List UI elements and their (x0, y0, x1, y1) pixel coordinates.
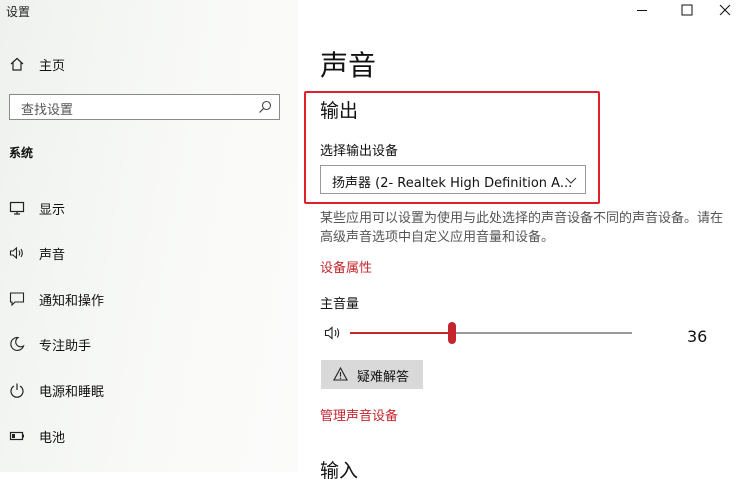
sidebar-item-home[interactable]: 主页 (0, 50, 298, 78)
slider-track (452, 332, 632, 334)
speaker-icon[interactable] (324, 324, 342, 342)
speaker-icon (9, 246, 23, 260)
close-icon (719, 4, 731, 16)
power-icon (10, 383, 24, 398)
page-title: 声音 (320, 49, 377, 82)
sidebar-item-label: 电池 (39, 431, 66, 446)
output-device-label: 选择输出设备 (320, 144, 399, 159)
output-device-value: 扬声器 (2- Realtek High Definition A... (332, 176, 573, 191)
monitor-icon (9, 201, 25, 215)
sidebar-item-sound[interactable]: 声音 (0, 239, 298, 267)
warning-icon (333, 367, 348, 381)
sidebar-item-display[interactable]: 显示 (0, 194, 298, 222)
slider-thumb[interactable] (448, 322, 456, 344)
sidebar-item-battery[interactable]: 电池 (0, 422, 298, 450)
troubleshoot-button[interactable]: 疑难解答 (321, 360, 423, 389)
input-section-title: 输入 (320, 460, 359, 482)
minimize-button[interactable] (620, 0, 664, 22)
master-volume-label: 主音量 (320, 297, 360, 312)
chevron-down-icon (565, 177, 577, 184)
troubleshoot-label: 疑难解答 (357, 370, 410, 385)
sidebar-item-label: 专注助手 (39, 339, 92, 354)
output-device-select[interactable]: 扬声器 (2- Realtek High Definition A... (320, 165, 586, 194)
sidebar-item-label: 电源和睡眠 (39, 385, 105, 400)
close-button[interactable] (703, 0, 747, 22)
search-input[interactable]: 查找设置 (9, 94, 280, 120)
battery-icon (9, 431, 24, 441)
sidebar-item-label: 声音 (39, 248, 66, 263)
master-volume-slider[interactable] (350, 322, 632, 344)
sidebar-item-label: 主页 (39, 59, 66, 74)
manage-sound-devices-link[interactable]: 管理声音设备 (320, 405, 398, 424)
sidebar-item-notifications[interactable]: 通知和操作 (0, 285, 298, 313)
output-description: 某些应用可以设置为使用与此处选择的声音设备不同的声音设备。请在高级声音选项中自定… (320, 211, 724, 245)
minimize-icon (637, 10, 647, 11)
sidebar: 设置 主页 查找设置 系统 显示 声音 通知和操作 专注助手 电源和睡眠 电池 (0, 0, 298, 472)
sidebar-item-focus-assist[interactable]: 专注助手 (0, 330, 298, 358)
search-icon[interactable] (258, 100, 272, 114)
slider-fill (350, 332, 452, 334)
output-section-title: 输出 (320, 100, 359, 122)
search-placeholder: 查找设置 (21, 103, 74, 118)
section-label-system: 系统 (9, 146, 34, 160)
app-title: 设置 (6, 5, 31, 19)
sidebar-item-label: 通知和操作 (39, 294, 105, 309)
moon-icon (10, 336, 25, 352)
maximize-button[interactable] (664, 0, 708, 22)
volume-value: 36 (687, 327, 708, 346)
sidebar-item-label: 显示 (39, 203, 66, 218)
device-properties-link[interactable]: 设备属性 (320, 257, 372, 276)
notification-icon (9, 292, 25, 307)
home-icon (10, 57, 24, 71)
sidebar-item-power-sleep[interactable]: 电源和睡眠 (0, 376, 298, 404)
maximize-icon (681, 4, 693, 16)
